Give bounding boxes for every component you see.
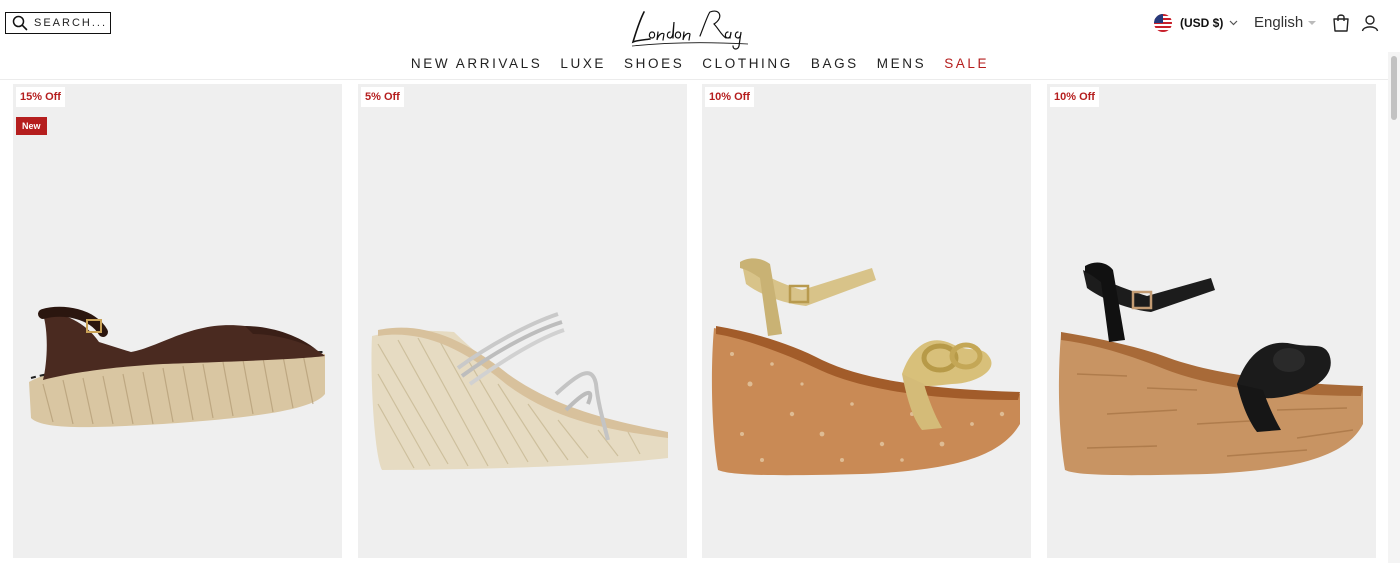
product-card[interactable]: 10% Off	[702, 84, 1031, 558]
nav-item-sale[interactable]: SALE	[944, 56, 989, 71]
scrollbar-thumb[interactable]	[1391, 56, 1397, 120]
search-icon	[12, 15, 28, 31]
brand-logo[interactable]	[630, 6, 760, 50]
product-image	[29, 306, 326, 428]
product-card[interactable]: 10% Off	[1047, 84, 1376, 558]
language-label: English	[1254, 14, 1304, 31]
nav-item-bags[interactable]: BAGS	[811, 56, 859, 71]
discount-badge: 5% Off	[361, 87, 404, 107]
nav-item-clothing[interactable]: CLOTHING	[702, 56, 793, 71]
nav-item-luxe[interactable]: LUXE	[560, 56, 606, 71]
chevron-down-icon	[1229, 20, 1238, 26]
main-nav: NEW ARRIVALS LUXE SHOES CLOTHING BAGS ME…	[0, 56, 1400, 71]
product-card[interactable]: 15% Off New	[13, 84, 342, 558]
user-icon[interactable]	[1360, 13, 1380, 33]
shopping-bag-icon[interactable]	[1331, 13, 1351, 33]
caret-down-icon	[1308, 20, 1317, 25]
product-image	[371, 312, 668, 470]
product-image	[711, 258, 1020, 476]
site-header: SEARCH... (USD $) English NEW ARRIVALS L…	[0, 0, 1400, 80]
nav-item-shoes[interactable]: SHOES	[624, 56, 684, 71]
search-input[interactable]: SEARCH...	[34, 17, 107, 29]
currency-label: (USD $)	[1180, 16, 1224, 30]
product-card[interactable]: 5% Off	[358, 84, 687, 558]
nav-item-mens[interactable]: MENS	[877, 56, 926, 71]
discount-badge: 10% Off	[705, 87, 754, 107]
nav-item-new-arrivals[interactable]: NEW ARRIVALS	[411, 56, 542, 71]
discount-badge: 10% Off	[1050, 87, 1099, 107]
us-flag-icon	[1154, 14, 1172, 32]
new-badge: New	[16, 117, 47, 135]
product-image	[1058, 262, 1363, 476]
discount-badge: 15% Off	[16, 87, 65, 107]
page-scrollbar[interactable]	[1388, 52, 1400, 563]
search-box[interactable]: SEARCH...	[5, 12, 111, 34]
language-selector[interactable]: English	[1254, 14, 1317, 31]
currency-selector[interactable]: (USD $)	[1154, 14, 1238, 32]
